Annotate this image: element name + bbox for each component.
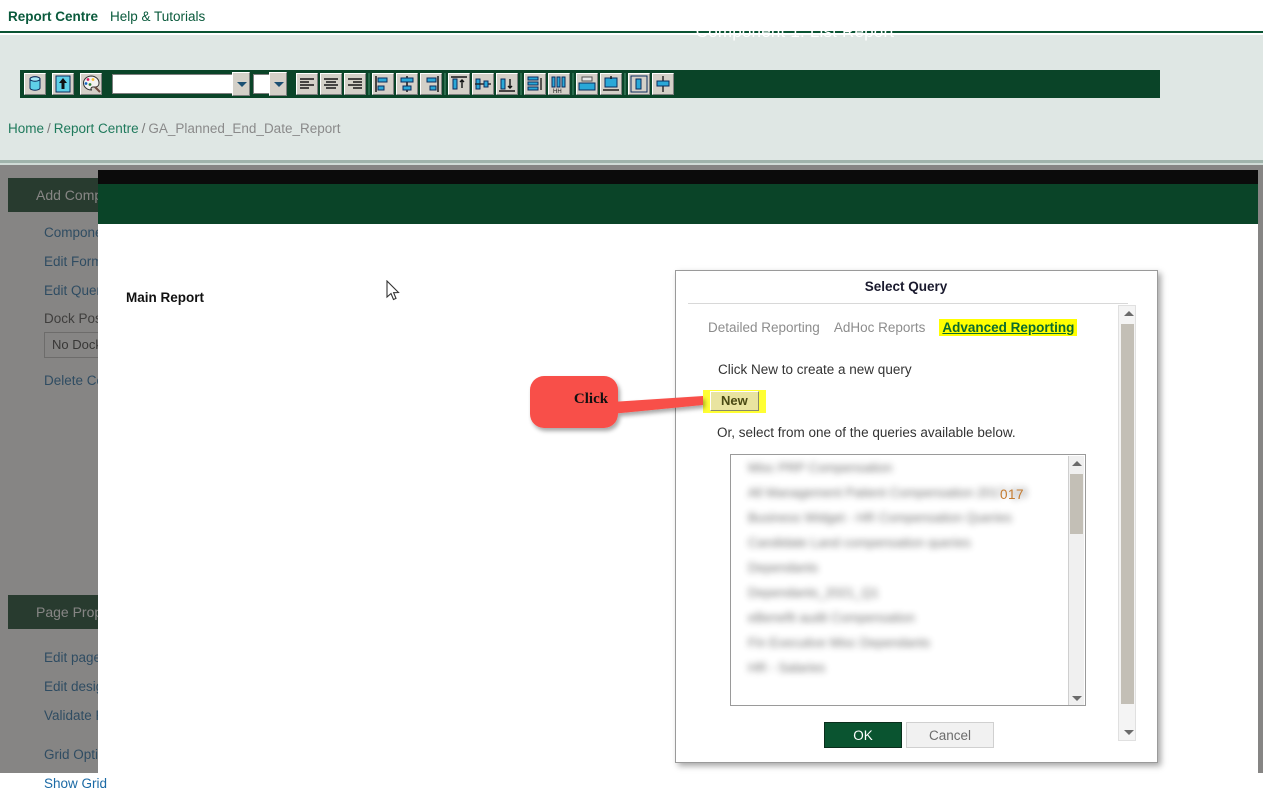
select-query-title: Select Query xyxy=(864,279,948,294)
modal-title-text: Component 1: List Report xyxy=(695,22,895,41)
space-vertical-icon[interactable] xyxy=(524,73,546,95)
modal-top-strip xyxy=(98,170,1258,184)
font-name-input[interactable] xyxy=(112,74,234,94)
query-list-scrollbar[interactable] xyxy=(1068,456,1084,705)
breadcrumb-separator-2: / xyxy=(141,121,146,136)
list-item[interactable]: Dependants_2021_Q1 xyxy=(731,580,1085,605)
select-query-tabs: Detailed Reporting AdHoc Reports Advanced … xyxy=(708,319,1091,336)
database-icon[interactable] xyxy=(24,73,46,95)
query-list-box[interactable]: Misc PRP Compensation All Management Pat… xyxy=(730,454,1086,706)
list-item[interactable]: Dependants xyxy=(731,555,1085,580)
scrollbar-thumb[interactable] xyxy=(1070,474,1083,534)
font-size-dropdown-arrow[interactable] xyxy=(269,72,287,96)
breadcrumb-current: GA_Planned_End_Date_Report xyxy=(148,121,341,136)
scroll-down-arrow-icon[interactable] xyxy=(1072,696,1082,701)
align-left-icon[interactable] xyxy=(296,73,318,95)
palette-icon[interactable] xyxy=(80,73,102,95)
list-item[interactable]: eBenefit audit Compensation xyxy=(731,605,1085,630)
align-objects-top-icon[interactable] xyxy=(448,73,470,95)
breadcrumb-separator-1: / xyxy=(47,121,51,136)
align-objects-bottom-icon[interactable] xyxy=(496,73,518,95)
modal-header xyxy=(98,184,1258,224)
dialog-scroll-down-arrow-icon[interactable] xyxy=(1124,730,1134,735)
select-query-hint: Or, select from one of the queries avail… xyxy=(717,425,1016,440)
svg-text:HH: HH xyxy=(553,89,562,94)
tab-advanced-reporting[interactable]: Advanced Reporting xyxy=(939,319,1078,336)
align-objects-left-icon[interactable] xyxy=(372,73,394,95)
align-objects-center-icon[interactable] xyxy=(396,73,418,95)
upload-arrow-icon[interactable] xyxy=(52,73,74,95)
select-query-divider xyxy=(688,303,1128,304)
align-objects-middle-icon[interactable] xyxy=(472,73,494,95)
size-height-icon[interactable] xyxy=(600,73,622,95)
report-toolbar: HH xyxy=(20,70,1160,98)
scroll-up-arrow-icon[interactable] xyxy=(1072,461,1082,466)
breadcrumb-home[interactable]: Home xyxy=(8,121,44,136)
dialog-scrollbar-thumb[interactable] xyxy=(1121,324,1134,704)
align-center-icon[interactable] xyxy=(320,73,342,95)
sidebar-link-show-grid[interactable]: Show Grid xyxy=(8,769,328,798)
list-item[interactable]: Fin Executive Misc Dependants xyxy=(731,630,1085,655)
ok-button[interactable]: OK xyxy=(824,722,902,748)
list-item[interactable]: Business Widget - HR Compensation Querie… xyxy=(731,505,1085,530)
center-vertically-icon[interactable] xyxy=(652,73,674,95)
callout-label: Click xyxy=(573,391,609,407)
cancel-button[interactable]: Cancel xyxy=(906,722,994,748)
breadcrumb-report-centre[interactable]: Report Centre xyxy=(54,121,139,136)
dialog-scroll-up-arrow-icon[interactable] xyxy=(1124,311,1134,316)
modal-title: Component 1: List Report xyxy=(0,22,1160,42)
space-horizontal-icon[interactable]: HH xyxy=(548,73,570,95)
click-annotation-callout: Click xyxy=(528,374,718,436)
dialog-scrollbar[interactable] xyxy=(1118,305,1136,741)
main-report-label: Main Report xyxy=(126,290,205,305)
tab-adhoc-reports[interactable]: AdHoc Reports xyxy=(834,320,926,335)
list-item[interactable]: All Management Patient Compensation 2017… xyxy=(731,480,1085,505)
size-width-icon[interactable] xyxy=(576,73,598,95)
list-item[interactable]: Misc PRP Compensation xyxy=(731,455,1085,480)
breadcrumb: Home / Report Centre / GA_Planned_End_Date_R… xyxy=(8,121,340,136)
mouse-cursor xyxy=(386,279,402,307)
partial-query-text: 017 xyxy=(1000,487,1025,502)
select-query-dialog: Select Query Detailed Reporting AdHoc Rep… xyxy=(675,270,1158,763)
list-item[interactable]: Candidate Land compensation queries xyxy=(731,530,1085,555)
tab-detailed-reporting[interactable]: Detailed Reporting xyxy=(708,320,820,335)
align-objects-right-icon[interactable] xyxy=(420,73,442,95)
center-horizontally-icon[interactable] xyxy=(628,73,650,95)
font-name-dropdown-arrow[interactable] xyxy=(232,72,250,96)
align-right-icon[interactable] xyxy=(344,73,366,95)
new-query-hint: Click New to create a new query xyxy=(718,362,912,377)
list-item[interactable]: HR - Salaries xyxy=(731,655,1085,680)
